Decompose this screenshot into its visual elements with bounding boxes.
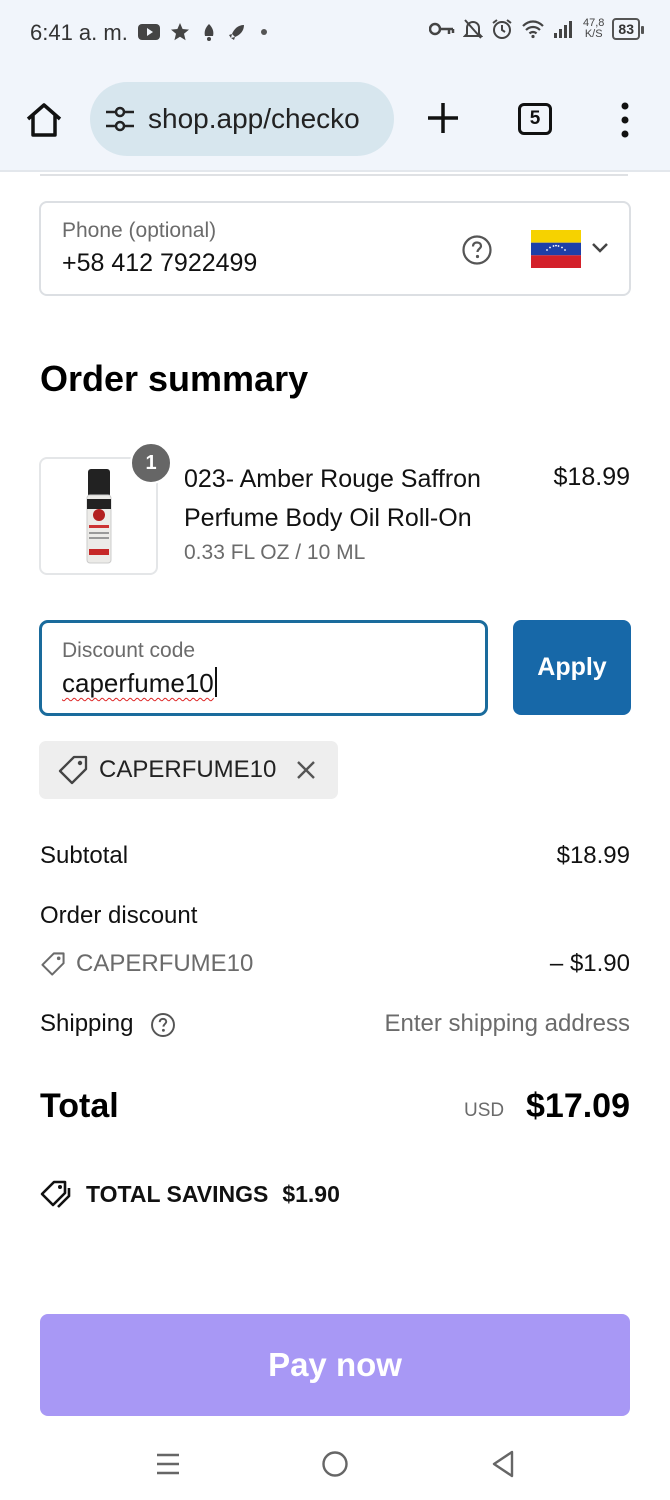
bell-muted-icon: [463, 19, 483, 39]
app-notification-icon: [204, 24, 214, 41]
subtotal-label: Subtotal: [40, 842, 129, 869]
system-icons: 47,8 K/S 83: [429, 18, 644, 40]
status-bar: 6:41 a. m. 47,8 K/S 83: [0, 0, 670, 68]
status-time: 6:41 a. m.: [30, 20, 128, 45]
venezuela-flag-icon[interactable]: [531, 230, 581, 268]
rocket-icon: [229, 25, 244, 40]
phone-field[interactable]: Phone (optional) +58 412 7922499: [39, 201, 631, 296]
phone-field-label: Phone (optional): [62, 219, 217, 242]
new-tab-icon[interactable]: [423, 98, 463, 138]
key-icon: [429, 22, 455, 36]
address-bar[interactable]: shop.app/checko: [90, 82, 394, 156]
help-icon[interactable]: [461, 234, 493, 266]
discount-code-value[interactable]: caperfume10: [62, 668, 214, 698]
tag-icon: [58, 755, 88, 785]
applied-code-chip: CAPERFUME10: [39, 741, 338, 799]
network-speed: 47,8 K/S: [583, 18, 604, 40]
notification-icons: [138, 22, 272, 42]
tag-icon: [41, 952, 65, 976]
alarm-icon: [492, 19, 512, 39]
shipping-value: Enter shipping address: [384, 1010, 630, 1037]
pay-now-button[interactable]: Pay now: [40, 1314, 630, 1416]
quantity-badge: 1: [130, 442, 172, 484]
total-savings-label: TOTAL SAVINGS: [86, 1180, 269, 1207]
system-navigation-bar: [0, 1430, 670, 1500]
star-icon: [171, 23, 189, 41]
more-notifications-dot-icon: [261, 29, 267, 35]
total-label: Total: [40, 1087, 119, 1125]
battery-indicator: 83: [612, 18, 644, 40]
shipping-label: Shipping: [40, 1010, 134, 1037]
product-price: $18.99: [553, 463, 630, 491]
site-settings-icon[interactable]: [104, 105, 136, 133]
discount-code-label: Discount code: [62, 639, 196, 662]
url-text[interactable]: shop.app/checko: [148, 103, 380, 135]
home-nav-icon[interactable]: [321, 1450, 349, 1478]
subtotal-value: $18.99: [556, 842, 630, 869]
shipping-help-icon[interactable]: [150, 1012, 176, 1038]
remove-code-icon[interactable]: [294, 758, 318, 782]
phone-field-value[interactable]: +58 412 7922499: [62, 249, 257, 278]
product-variant: 0.33 FL OZ / 10 ML: [184, 541, 366, 564]
kebab-menu-icon[interactable]: [618, 100, 632, 140]
order-discount-code: CAPERFUME10: [40, 950, 253, 978]
signal-icon: [554, 21, 572, 38]
product-name: 023- Amber Rouge Saffron Perfume Body Oi…: [184, 465, 481, 532]
apply-button[interactable]: Apply: [513, 620, 631, 715]
order-discount-label: Order discount: [40, 902, 198, 929]
order-summary-title: Order summary: [40, 358, 309, 399]
total-savings: TOTAL SAVINGS $1.90: [40, 1179, 340, 1209]
total-savings-value: $1.90: [282, 1180, 340, 1207]
back-icon[interactable]: [490, 1449, 516, 1479]
tab-switcher-button[interactable]: 5: [518, 103, 552, 135]
savings-tag-icon: [40, 1180, 71, 1208]
chevron-down-icon[interactable]: [590, 241, 610, 255]
total-value: $17.09: [526, 1087, 630, 1125]
youtube-icon: [138, 24, 160, 40]
previous-field-edge: [40, 170, 628, 176]
recent-apps-icon[interactable]: [155, 1452, 181, 1476]
wifi-icon: [522, 20, 544, 39]
applied-code-text: CAPERFUME10: [99, 756, 277, 783]
discount-code-input[interactable]: caperfume10: [62, 667, 217, 699]
discount-code-field[interactable]: Discount code caperfume10: [39, 620, 488, 716]
total-currency: USD: [464, 1100, 505, 1121]
browser-toolbar: shop.app/checko 5: [0, 68, 670, 172]
order-discount-code-text: CAPERFUME10: [76, 950, 254, 977]
network-speed-unit: K/S: [584, 28, 603, 40]
text-caret: [214, 667, 217, 697]
home-icon[interactable]: [24, 100, 64, 140]
order-discount-value: – $1.90: [549, 950, 630, 977]
